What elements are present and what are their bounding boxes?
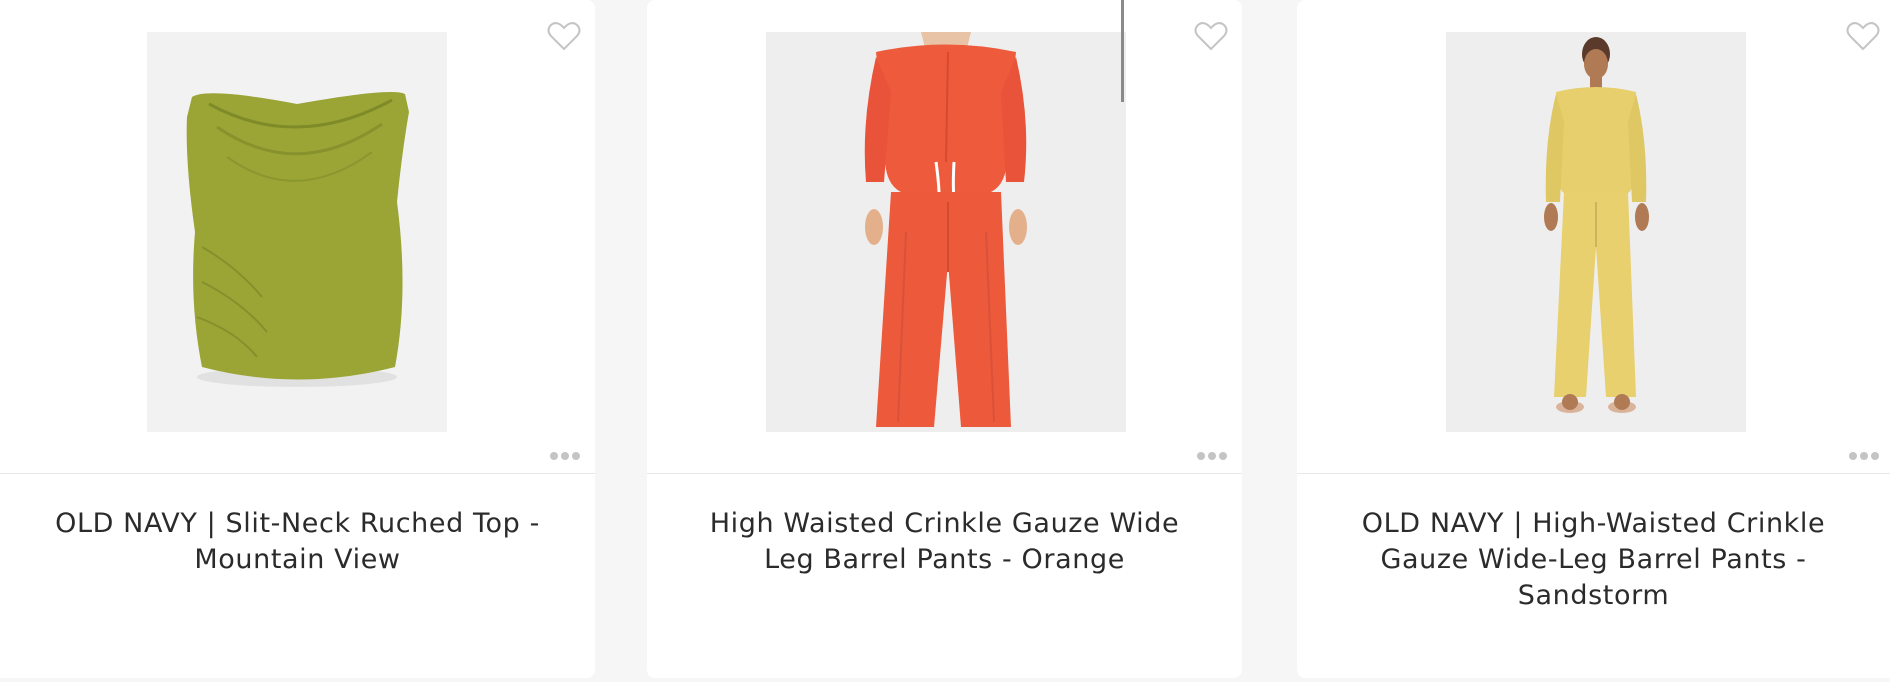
product-image[interactable] bbox=[766, 32, 1126, 432]
product-card[interactable]: High Waisted Crinkle Gauze Wide Leg Barr… bbox=[647, 0, 1242, 678]
product-title[interactable]: OLD NAVY | High-Waisted Crinkle Gauze Wi… bbox=[1337, 506, 1850, 614]
product-image[interactable] bbox=[147, 32, 447, 432]
image-scrollbar[interactable] bbox=[1121, 0, 1124, 102]
product-card[interactable]: OLD NAVY | Slit-Neck Ruched Top - Mounta… bbox=[0, 0, 595, 678]
product-image-area[interactable] bbox=[1297, 0, 1890, 474]
product-title[interactable]: OLD NAVY | Slit-Neck Ruched Top - Mounta… bbox=[40, 506, 555, 578]
product-card[interactable]: OLD NAVY | High-Waisted Crinkle Gauze Wi… bbox=[1297, 0, 1890, 678]
heart-icon[interactable] bbox=[547, 20, 581, 52]
heart-icon[interactable] bbox=[1194, 20, 1228, 52]
product-title[interactable]: High Waisted Crinkle Gauze Wide Leg Barr… bbox=[687, 506, 1202, 578]
more-options-icon[interactable] bbox=[1848, 446, 1880, 460]
heart-icon[interactable] bbox=[1846, 20, 1880, 52]
product-image-area[interactable] bbox=[647, 0, 1242, 474]
more-options-icon[interactable] bbox=[1196, 446, 1228, 460]
product-image[interactable] bbox=[1446, 32, 1746, 432]
product-grid: OLD NAVY | Slit-Neck Ruched Top - Mounta… bbox=[0, 0, 1890, 682]
product-image-area[interactable] bbox=[0, 0, 595, 474]
more-options-icon[interactable] bbox=[549, 446, 581, 460]
